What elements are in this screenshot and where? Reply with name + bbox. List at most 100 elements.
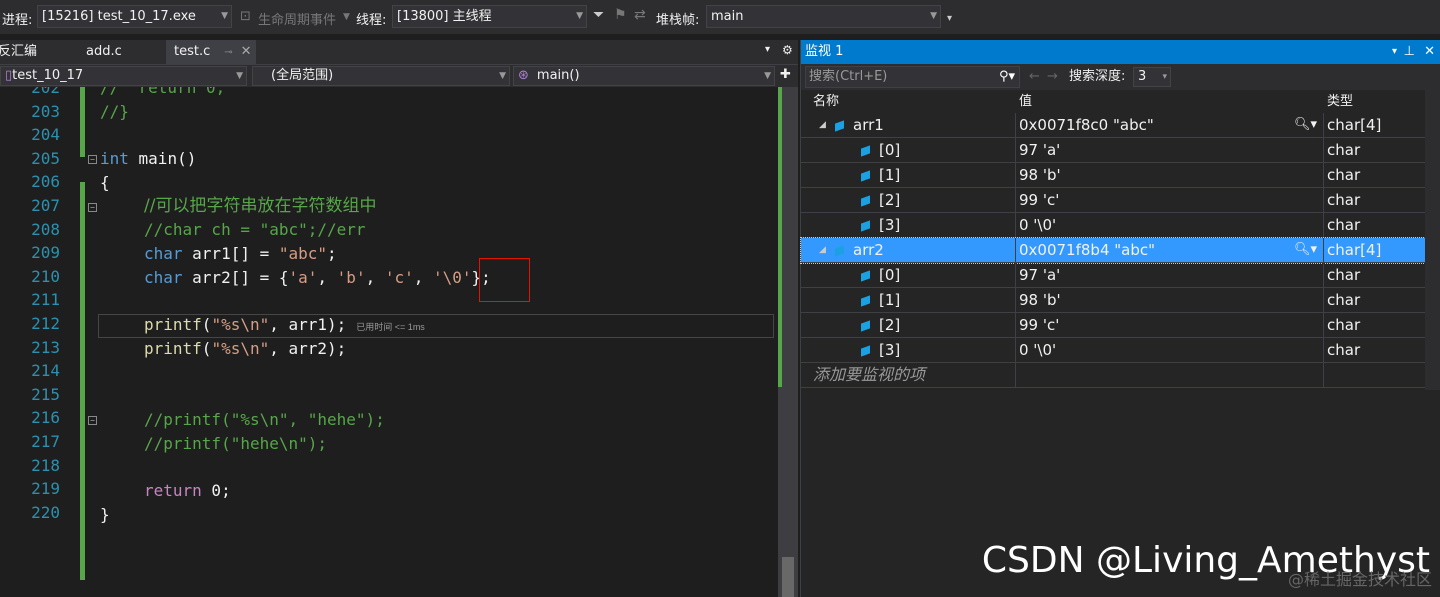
back-arrow-icon[interactable]: ← bbox=[1029, 64, 1040, 90]
watch-value-cell[interactable]: 0 '\0' bbox=[1015, 338, 1323, 362]
watch-value-cell[interactable]: 97 'a' bbox=[1015, 138, 1323, 162]
watch-value-cell[interactable]: 99 'c' bbox=[1015, 313, 1323, 337]
line-number: 208 bbox=[31, 219, 60, 239]
line-number: 203 bbox=[31, 101, 60, 121]
process-combo[interactable]: [15216] test_10_17.exe ▼ bbox=[37, 5, 232, 28]
tab-list-icon[interactable]: ▾ bbox=[765, 44, 770, 55]
add-watch-placeholder[interactable]: 添加要监视的项 bbox=[813, 363, 925, 387]
code-area[interactable]: 202 203 204 205 206 207 208 209 210 211 212 213 214 2… bbox=[0, 87, 778, 597]
search-input[interactable]: 搜索(Ctrl+E) ⚲▾ bbox=[805, 66, 1020, 88]
collapse-icon[interactable]: ◢ bbox=[819, 238, 826, 262]
variable-icon bbox=[835, 245, 844, 257]
function-value: main() bbox=[536, 68, 580, 83]
watch-value-cell[interactable]: 99 'c' bbox=[1015, 188, 1323, 212]
change-bar bbox=[80, 182, 85, 580]
line-number: 202 bbox=[31, 87, 60, 97]
scroll-thumb[interactable] bbox=[782, 557, 794, 597]
filter-icon[interactable]: ⏷ bbox=[593, 7, 604, 23]
line-number: 204 bbox=[31, 125, 60, 145]
add-watch-row[interactable]: 添加要监视的项 bbox=[801, 363, 1425, 388]
col-name-header[interactable]: 名称 bbox=[813, 90, 839, 113]
project-combo[interactable]: ▯test_10_17 ▼ bbox=[0, 66, 247, 86]
split-icon[interactable]: ✚ bbox=[780, 67, 791, 82]
collapse-icon[interactable]: ◢ bbox=[819, 113, 826, 137]
col-type-header[interactable]: 类型 bbox=[1327, 90, 1353, 113]
watch-name-cell: [2] bbox=[861, 313, 900, 337]
watch-value-cell[interactable]: 98 'b' bbox=[1015, 163, 1323, 187]
thread-value: [13800] 主线程 bbox=[397, 9, 492, 24]
variable-icon bbox=[835, 120, 844, 132]
debug-toolbar: 进程: [15216] test_10_17.exe ▼ ⊡ 生命周期事件 ▼ 线… bbox=[0, 0, 1440, 34]
text-visualizer-icon[interactable]: 🔍︎▾ bbox=[1294, 113, 1317, 137]
pin-icon[interactable]: ⊸ bbox=[224, 47, 232, 58]
watch-row-element[interactable]: [2] 99 'c' char bbox=[801, 188, 1425, 213]
watch-type-cell: char[4] bbox=[1323, 113, 1425, 137]
process-label: 进程: bbox=[2, 13, 33, 28]
chevron-down-icon: ▼ bbox=[499, 71, 506, 81]
tab-disassembly[interactable]: 反汇编 bbox=[0, 40, 45, 64]
thread-combo[interactable]: [13800] 主线程 ▼ bbox=[392, 5, 587, 28]
settings-icon[interactable]: ⚙ bbox=[782, 43, 793, 57]
stackframe-combo[interactable]: main ▼ bbox=[706, 5, 941, 28]
watch-search-bar: 搜索(Ctrl+E) ⚲▾ ← → 搜索深度: 3 ▾ bbox=[801, 64, 1440, 90]
watch-name-cell: [0] bbox=[861, 138, 900, 162]
watch-scrollbar[interactable] bbox=[1425, 90, 1440, 390]
fold-icon[interactable]: − bbox=[88, 203, 97, 212]
line-number: 212 bbox=[31, 314, 60, 333]
watch-value-cell[interactable]: 0x0071f8c0 "abc" 🔍︎▾ bbox=[1015, 113, 1323, 137]
code-line: printf("%s\n", arr1); 已用时间 <= 1ms bbox=[144, 315, 425, 334]
text-visualizer-icon[interactable]: 🔍︎▾ bbox=[1294, 238, 1317, 262]
watch-row-element[interactable]: [2] 99 'c' char bbox=[801, 313, 1425, 338]
fold-icon[interactable]: − bbox=[88, 155, 97, 164]
watch-row-arr2[interactable]: ◢ arr2 0x0071f8b4 "abc" 🔍︎▾ char[4] bbox=[800, 237, 1426, 264]
function-combo[interactable]: ⊛ main() ▼ bbox=[513, 66, 775, 86]
watch-type-cell: char bbox=[1323, 313, 1425, 337]
overflow-icon[interactable]: ▾ bbox=[947, 13, 952, 24]
line-number: 220 bbox=[31, 502, 60, 522]
watch-title-bar: 监视 1 ▾ ⊥ ✕ bbox=[801, 40, 1440, 64]
variable-icon bbox=[861, 345, 870, 357]
watch-row-element[interactable]: [3] 0 '\0' char bbox=[801, 338, 1425, 363]
depth-combo[interactable]: 3 ▾ bbox=[1133, 67, 1171, 87]
code-line: char arr2[] = {'a', 'b', 'c', '\0'}; bbox=[144, 268, 491, 287]
watch-type-cell bbox=[1323, 363, 1425, 387]
col-value-header[interactable]: 值 bbox=[1019, 90, 1032, 113]
watch-name-cell: [2] bbox=[861, 188, 900, 212]
watch-type-cell: char bbox=[1323, 138, 1425, 162]
watch-row-element[interactable]: [0] 97 'a' char bbox=[801, 138, 1425, 163]
switch-thread-icon[interactable]: ⇄ bbox=[634, 7, 646, 23]
close-icon[interactable]: ✕ bbox=[1424, 40, 1435, 64]
watch-row-element[interactable]: [1] 98 'b' char bbox=[801, 288, 1425, 313]
flag-icon[interactable]: ⚑ bbox=[614, 7, 627, 23]
watch-value-cell[interactable]: 0 '\0' bbox=[1015, 213, 1323, 237]
watch-type-cell: char bbox=[1323, 188, 1425, 212]
vertical-scrollbar[interactable] bbox=[778, 87, 798, 597]
vs-debugger-window: 进程: [15216] test_10_17.exe ▼ ⊡ 生命周期事件 ▼ 线… bbox=[0, 0, 1440, 597]
pin-icon[interactable]: ⊥ bbox=[1404, 40, 1415, 64]
function-icon: ⊛ bbox=[518, 68, 529, 83]
watch-row-element[interactable]: [0] 97 'a' char bbox=[801, 263, 1425, 288]
scroll-change-marker bbox=[778, 87, 782, 387]
close-icon[interactable]: ✕ bbox=[241, 44, 252, 59]
watch-value-cell[interactable]: 0x0071f8b4 "abc" 🔍︎▾ bbox=[1015, 238, 1323, 262]
dropdown-icon[interactable]: ▾ bbox=[1392, 40, 1397, 64]
watch-value-cell[interactable]: 98 'b' bbox=[1015, 288, 1323, 312]
lifecycle-events-button[interactable]: 生命周期事件 bbox=[258, 9, 336, 28]
watch-row-element[interactable]: [1] 98 'b' char bbox=[801, 163, 1425, 188]
tab-add-c[interactable]: add.c bbox=[78, 40, 130, 64]
code-line: //printf("%s\n", "hehe"); bbox=[144, 410, 385, 429]
watch-row-arr1[interactable]: ◢ arr1 0x0071f8c0 "abc" 🔍︎▾ char[4] bbox=[801, 113, 1425, 138]
scope-value: (全局范围) bbox=[271, 68, 334, 83]
watch-name-cell: [1] bbox=[861, 163, 900, 187]
variable-icon bbox=[861, 195, 870, 207]
forward-arrow-icon[interactable]: → bbox=[1047, 64, 1058, 90]
fold-icon[interactable]: − bbox=[88, 416, 97, 425]
line-number: 210 bbox=[31, 266, 60, 286]
code-line: return 0; bbox=[144, 481, 231, 500]
watch-row-element[interactable]: [3] 0 '\0' char bbox=[801, 213, 1425, 238]
tab-test-c[interactable]: test.c ⊸ ✕ bbox=[166, 40, 256, 64]
search-icon[interactable]: ⚲▾ bbox=[999, 67, 1015, 87]
line-number: 215 bbox=[31, 384, 60, 404]
watch-value-cell[interactable]: 97 'a' bbox=[1015, 263, 1323, 287]
scope-combo[interactable]: (全局范围) ▼ bbox=[252, 66, 510, 86]
